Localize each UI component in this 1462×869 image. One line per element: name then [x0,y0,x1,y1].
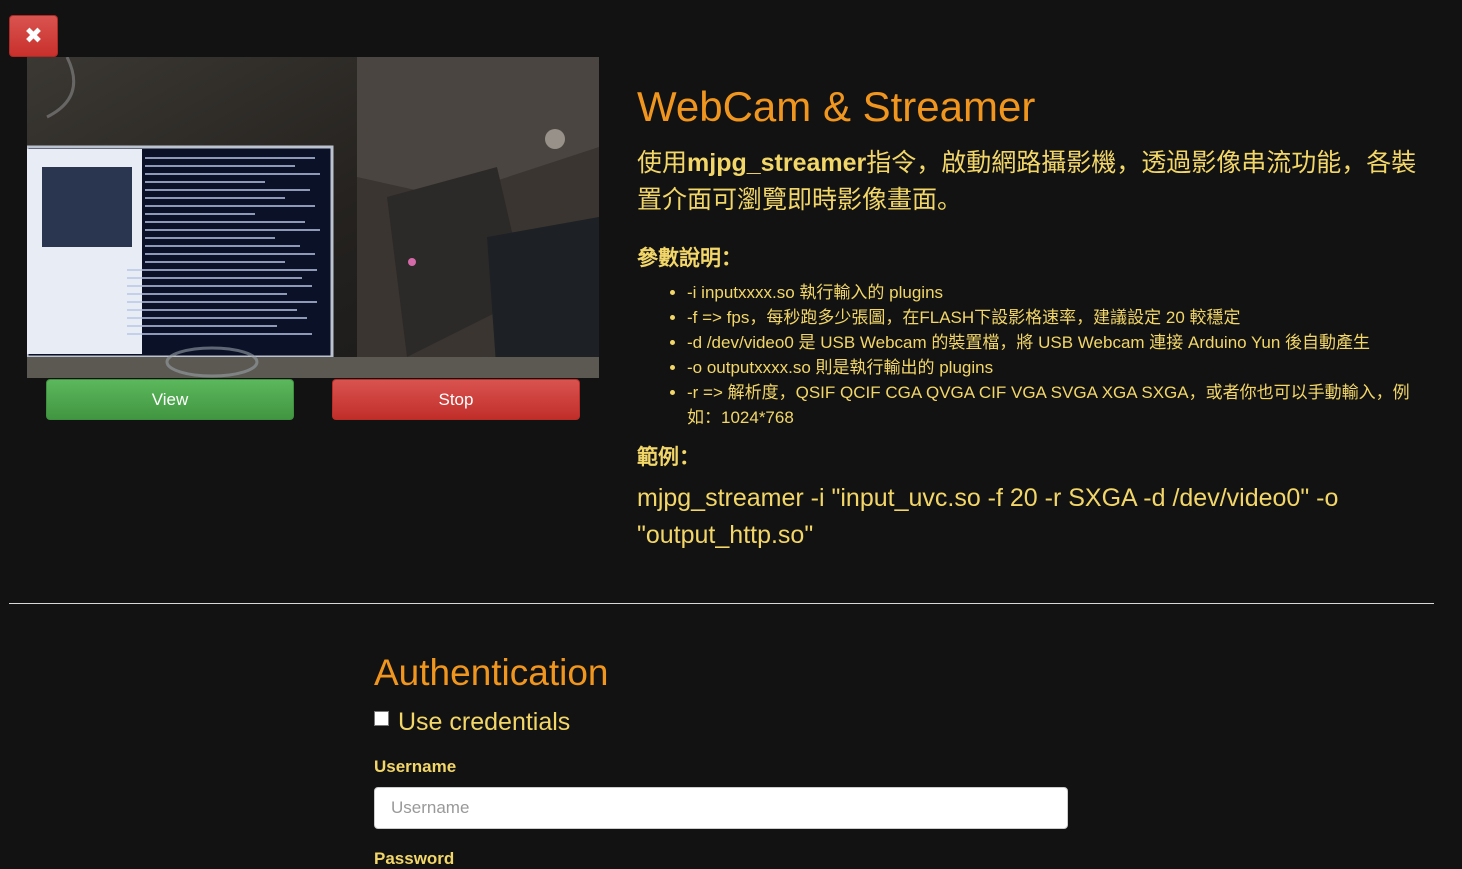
view-button[interactable]: View [46,379,294,420]
example-heading: 範例： [637,446,700,469]
param-item-i: -i inputxxxx.so 執行輸入的 plugins [687,280,1442,305]
password-label: Password [374,849,455,868]
close-button[interactable]: ✖ [9,15,58,57]
stop-button[interactable]: Stop [332,379,580,420]
username-label: Username [374,757,457,776]
intro-prefix: 使用 [637,149,688,177]
auth-title: Authentication [374,652,609,693]
use-credentials-row[interactable]: Use credentials [374,708,570,737]
param-item-f: -f => fps，每秒跑多少張圖，在FLASH下設影格速率，建議設定 20 較… [687,305,1442,330]
param-item-o: -o outputxxxx.so 則是執行輸出的 plugins [687,355,1442,380]
param-item-r: -r => 解析度，QSIF QCIF CGA QVGA CIF VGA SVG… [687,380,1442,430]
params-heading: 參數說明： [637,247,742,270]
use-credentials-checkbox[interactable] [374,711,389,726]
params-list: -i inputxxxx.so 執行輸入的 plugins -f => fps，… [637,280,1442,430]
username-input[interactable] [374,787,1068,829]
close-icon: ✖ [24,23,43,48]
section-divider [9,603,1434,604]
example-command: mjpg_streamer -i "input_uvc.so -f 20 -r … [637,484,1339,549]
param-item-d: -d /dev/video0 是 USB Webcam 的裝置檔，將 USB W… [687,330,1442,355]
page-title: WebCam & Streamer [637,83,1036,130]
stop-button-label: Stop [438,389,474,409]
intro-command: mjpg_streamer [687,149,867,177]
webcam-frame-image [27,57,599,378]
webcam-stream [27,57,599,378]
use-credentials-label: Use credentials [398,708,571,736]
intro-text: 使用mjpg_streamer指令，啟動網路攝影機，透過影像串流功能，各裝置介面… [637,145,1437,219]
view-button-label: View [151,389,189,409]
